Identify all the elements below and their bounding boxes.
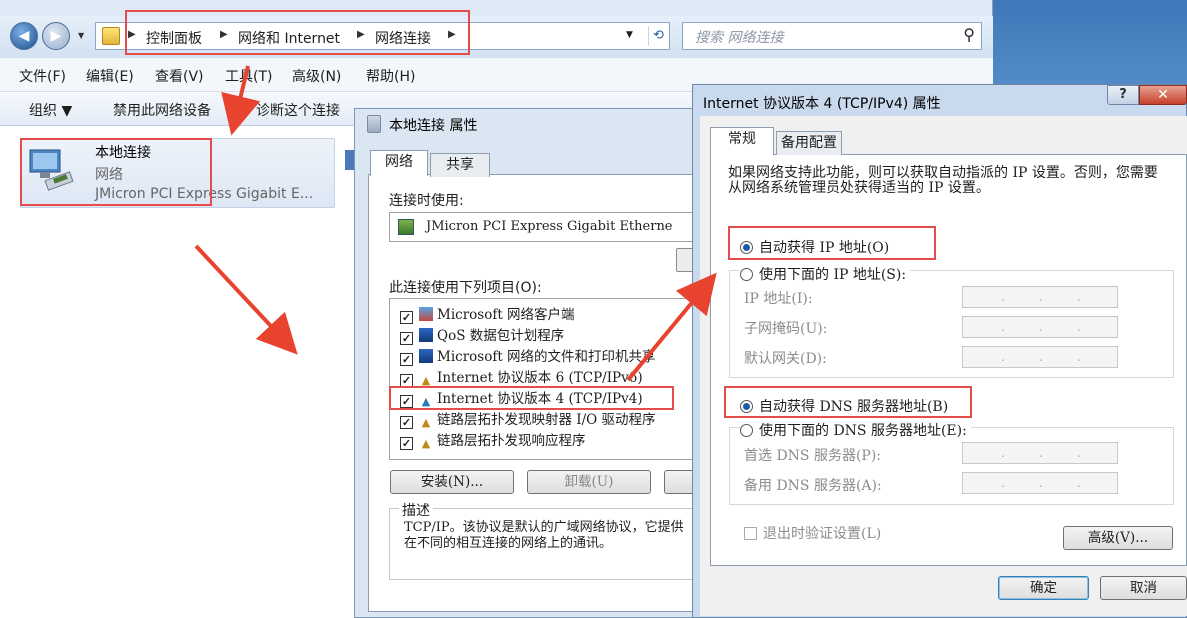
- item-label: Microsoft 网络的文件和打印机共享: [437, 349, 656, 365]
- menu-help[interactable]: 帮助(H): [366, 66, 415, 86]
- list-item-ms-client[interactable]: ✓ Microsoft 网络客户端: [400, 303, 575, 324]
- dialog-title: 本地连接 属性: [389, 118, 478, 134]
- description-label: 描述: [399, 500, 433, 520]
- advanced-button[interactable]: 高级(V)...: [1063, 526, 1173, 550]
- alternate-dns-label: 备用 DNS 服务器(A):: [744, 478, 882, 494]
- ip-address-field[interactable]: ...: [962, 286, 1118, 308]
- menu-file[interactable]: 文件(F): [19, 66, 66, 86]
- default-gateway-field[interactable]: ...: [962, 346, 1118, 368]
- alternate-dns-field[interactable]: ...: [962, 472, 1118, 494]
- list-item-lltd-mapper[interactable]: ✓ ▲ 链路层拓扑发现映射器 I/O 驱动程序: [400, 408, 656, 429]
- radio-button[interactable]: [740, 268, 753, 281]
- default-gateway-label: 默认网关(D):: [744, 351, 827, 367]
- item-label: 链路层拓扑发现映射器 I/O 驱动程序: [437, 412, 656, 428]
- auto-ip-highlight: [728, 226, 936, 260]
- network-properties-icon: [367, 115, 381, 133]
- manual-dns-option[interactable]: 使用下面的 DNS 服务器地址(E):: [740, 420, 971, 440]
- tab-networking[interactable]: 网络: [370, 150, 428, 176]
- cancel-button[interactable]: 取消: [1100, 576, 1187, 600]
- search-icon[interactable]: ⚲: [963, 25, 975, 44]
- radio-button[interactable]: [740, 424, 753, 437]
- file-share-icon: [419, 349, 433, 363]
- help-button[interactable]: ?: [1107, 85, 1139, 105]
- subnet-mask-label: 子网掩码(U):: [744, 321, 828, 337]
- diagnose-button[interactable]: 诊断这个连接: [256, 100, 340, 120]
- control-panel-icon: [102, 27, 120, 45]
- network-client-icon: [419, 307, 433, 321]
- recent-pages-dropdown-icon[interactable]: ▼: [78, 31, 84, 40]
- exit-validate-label: 退出时验证设置(L): [763, 526, 882, 542]
- ipv4-dialog-title: Internet 协议版本 4 (TCP/IPv4) 属性: [703, 96, 941, 112]
- checkbox[interactable]: ✓: [400, 332, 413, 345]
- search-box[interactable]: 搜索 网络连接 ⚲: [682, 22, 982, 50]
- menu-tools[interactable]: 工具(T): [225, 66, 272, 86]
- item-label: 链路层拓扑发现响应程序: [437, 433, 586, 449]
- list-item-file-share[interactable]: ✓ Microsoft 网络的文件和打印机共享: [400, 345, 656, 366]
- protocol-icon: ▲: [421, 437, 431, 450]
- menu-edit[interactable]: 编辑(E): [86, 66, 134, 86]
- search-placeholder: 搜索 网络连接: [695, 30, 784, 46]
- preferred-dns-label: 首选 DNS 服务器(P):: [744, 448, 882, 464]
- back-button[interactable]: ◀: [10, 22, 38, 50]
- checkbox[interactable]: ✓: [400, 437, 413, 450]
- install-button[interactable]: 安装(N)...: [390, 470, 514, 494]
- ok-button[interactable]: 确定: [998, 576, 1089, 600]
- items-list[interactable]: ✓ Microsoft 网络客户端 ✓ QoS 数据包计划程序 ✓ Microsoft…: [389, 298, 709, 460]
- back-arrow-icon: ◀: [18, 28, 30, 44]
- list-item-qos[interactable]: ✓ QoS 数据包计划程序: [400, 324, 564, 345]
- refresh-icon[interactable]: ⟲: [648, 26, 668, 46]
- description-text: TCP/IP。该协议是默认的广域网络协议，它提供在不同的相互连接的网络上的通讯。: [404, 520, 684, 551]
- list-item-ipv6[interactable]: ✓ ▲ Internet 协议版本 6 (TCP/IPv6): [400, 366, 643, 387]
- forward-arrow-icon: ▶: [50, 28, 62, 44]
- tab-alternate-config[interactable]: 备用配置: [776, 131, 842, 155]
- list-item-lltd-responder[interactable]: ✓ ▲ 链路层拓扑发现响应程序: [400, 429, 586, 450]
- checkbox[interactable]: ✓: [400, 311, 413, 324]
- tab-sharing[interactable]: 共享: [430, 153, 490, 177]
- organize-button[interactable]: 组织 ▼: [29, 100, 72, 120]
- manual-dns-label: 使用下面的 DNS 服务器地址(E):: [759, 423, 967, 439]
- checkbox[interactable]: ✓: [400, 353, 413, 366]
- close-button[interactable]: ✕: [1139, 85, 1187, 105]
- preferred-dns-field[interactable]: ...: [962, 442, 1118, 464]
- breadcrumb-highlight: [125, 10, 470, 55]
- checkbox[interactable]: ✓: [400, 416, 413, 429]
- forward-button[interactable]: ▶: [42, 22, 70, 50]
- protocol-icon: ▲: [421, 416, 431, 429]
- menu-advanced[interactable]: 高级(N): [292, 66, 341, 86]
- connect-using-label: 连接时使用:: [389, 193, 464, 209]
- auto-dns-highlight: [724, 386, 972, 418]
- ip-address-label: IP 地址(I):: [744, 291, 813, 307]
- adapter-name: JMicron PCI Express Gigabit Etherne: [426, 219, 673, 234]
- address-dropdown-icon[interactable]: ▼: [626, 30, 633, 40]
- exit-validate-option[interactable]: 退出时验证设置(L): [744, 523, 881, 543]
- intro-text: 如果网络支持此功能，则可以获取自动指派的 IP 设置。否则，您需要从网络系统管理…: [728, 165, 1158, 196]
- adapter-icon: [398, 219, 414, 235]
- item-label: Internet 协议版本 6 (TCP/IPv6): [437, 370, 643, 386]
- manual-ip-option[interactable]: 使用下面的 IP 地址(S):: [740, 264, 911, 284]
- qos-icon: [419, 328, 433, 342]
- ipv4-item-highlight: [389, 386, 674, 410]
- items-label: 此连接使用下列项目(O):: [389, 280, 542, 296]
- menu-view[interactable]: 查看(V): [155, 66, 204, 86]
- tab-general[interactable]: 常规: [710, 127, 774, 155]
- item-label: Microsoft 网络客户端: [437, 307, 575, 323]
- manual-ip-label: 使用下面的 IP 地址(S):: [759, 267, 907, 283]
- subnet-mask-field[interactable]: ...: [962, 316, 1118, 338]
- connection-highlight: [20, 138, 212, 206]
- checkbox[interactable]: [744, 527, 757, 540]
- uninstall-button[interactable]: 卸载(U): [527, 470, 651, 494]
- item-label: QoS 数据包计划程序: [437, 328, 565, 344]
- disable-device-button[interactable]: 禁用此网络设备: [113, 100, 211, 120]
- adapter-field: JMicron PCI Express Gigabit Etherne: [389, 212, 709, 242]
